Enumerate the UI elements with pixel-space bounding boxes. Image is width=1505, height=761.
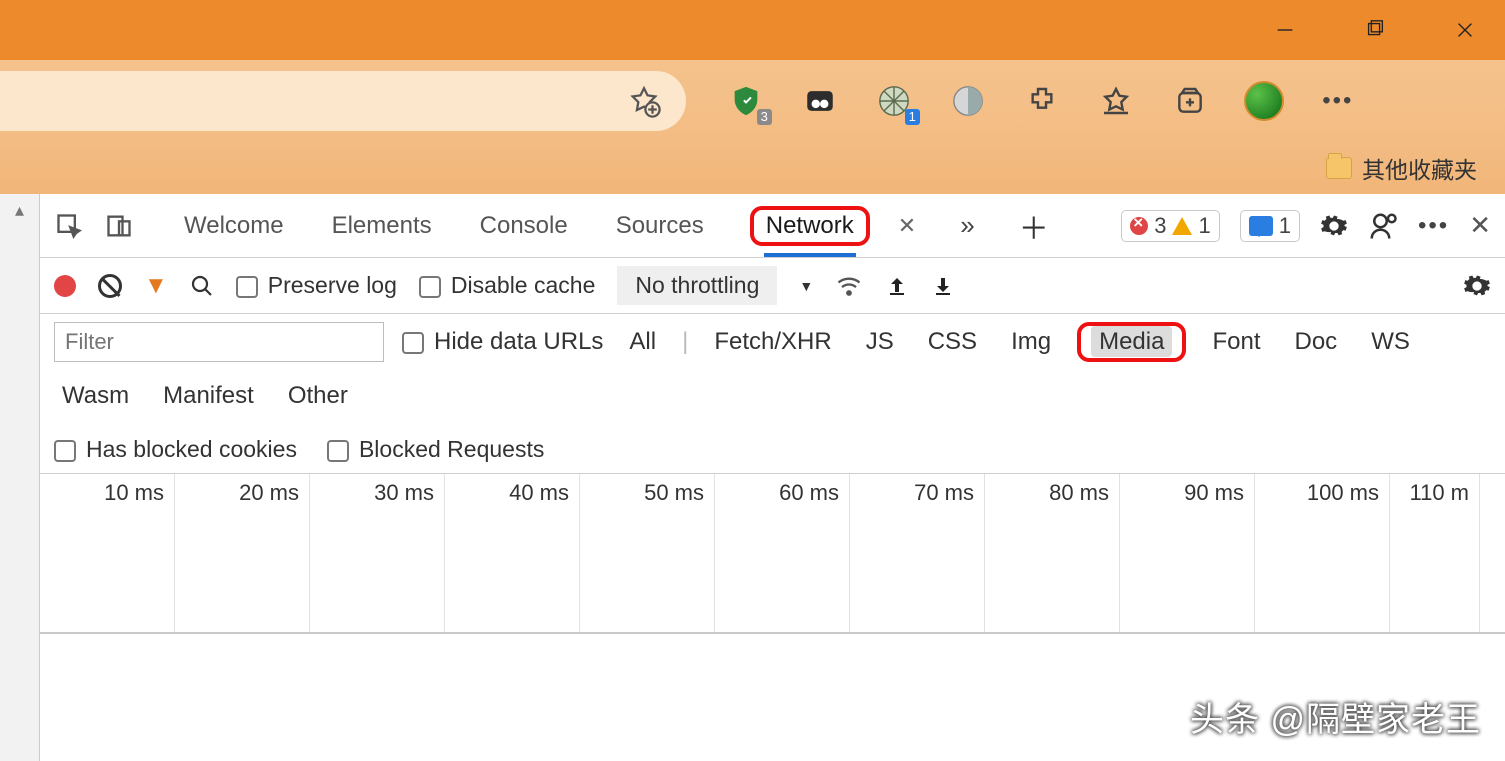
inspect-element-icon[interactable] <box>54 211 84 241</box>
filter-type-fetch[interactable]: Fetch/XHR <box>706 326 839 358</box>
device-toolbar-icon[interactable] <box>104 211 134 241</box>
timeline-tick: 10 ms <box>40 474 175 632</box>
timeline-tick: 30 ms <box>310 474 445 632</box>
warning-count: 1 <box>1198 213 1210 239</box>
tab-console[interactable]: Console <box>478 208 570 244</box>
extension-icons: 3 1 ••• <box>726 81 1358 121</box>
warning-icon <box>1172 217 1192 235</box>
page-scrollbar[interactable]: ▴ <box>0 194 40 761</box>
timeline-tick: 70 ms <box>850 474 985 632</box>
network-timeline[interactable]: 10 ms 20 ms 30 ms 40 ms 50 ms 60 ms 70 m… <box>40 474 1505 634</box>
address-bar[interactable] <box>0 71 686 131</box>
timeline-tick: 20 ms <box>175 474 310 632</box>
shield-extension-icon[interactable]: 3 <box>726 81 766 121</box>
browser-menu-icon[interactable]: ••• <box>1318 81 1358 121</box>
shield-badge: 3 <box>757 109 772 125</box>
network-conditions-icon[interactable] <box>835 272 863 300</box>
blocked-cookies-checkbox[interactable]: Has blocked cookies <box>54 436 297 463</box>
bookmarks-bar: 其他收藏夹 <box>0 142 1505 194</box>
devtools-close-icon[interactable]: ✕ <box>1469 210 1491 241</box>
browser-toolbar: 3 1 ••• <box>0 60 1505 142</box>
add-tab-icon[interactable]: ＋ <box>1019 204 1049 248</box>
filter-type-ws[interactable]: WS <box>1363 326 1418 358</box>
window-titlebar <box>0 0 1505 60</box>
message-count: 1 <box>1279 213 1291 239</box>
message-icon <box>1249 216 1273 236</box>
scroll-up-icon[interactable]: ▴ <box>15 200 24 221</box>
devtools-tabbar: Welcome Elements Console Sources Network… <box>40 194 1505 258</box>
filter-type-wasm[interactable]: Wasm <box>54 380 137 412</box>
upload-har-icon[interactable] <box>885 274 909 298</box>
download-har-icon[interactable] <box>931 274 955 298</box>
blocked-requests-checkbox[interactable]: Blocked Requests <box>327 436 544 463</box>
watermark-text: 头条 @隔壁家老王 <box>1190 692 1481 741</box>
timeline-tick: 50 ms <box>580 474 715 632</box>
timeline-tick: 90 ms <box>1120 474 1255 632</box>
filter-type-font[interactable]: Font <box>1204 326 1268 358</box>
hide-data-urls-checkbox[interactable]: Hide data URLs <box>402 328 603 356</box>
devtools-menu-icon[interactable]: ••• <box>1418 212 1449 240</box>
search-icon[interactable] <box>190 274 214 298</box>
network-toolbar: ▼ Preserve log Disable cache No throttli… <box>40 258 1505 314</box>
filter-type-other[interactable]: Other <box>280 380 356 412</box>
wheel-badge: 1 <box>905 109 920 125</box>
filter-input[interactable] <box>54 322 384 362</box>
filter-type-manifest[interactable]: Manifest <box>155 380 262 412</box>
filter-type-js[interactable]: JS <box>858 326 902 358</box>
throttling-select[interactable]: No throttling <box>617 266 777 305</box>
filter-type-media[interactable]: Media <box>1091 326 1172 357</box>
tab-elements[interactable]: Elements <box>330 208 434 244</box>
timeline-tick: 60 ms <box>715 474 850 632</box>
timeline-tick: 110 m <box>1390 474 1480 632</box>
timeline-tick: 100 ms <box>1255 474 1390 632</box>
preserve-log-checkbox[interactable]: Preserve log <box>236 272 397 299</box>
filter-type-doc[interactable]: Doc <box>1287 326 1346 358</box>
devtools-settings-icon[interactable] <box>1320 212 1348 240</box>
profile-avatar[interactable] <box>1244 81 1284 121</box>
other-favorites-folder[interactable]: 其他收藏夹 <box>1362 151 1477 185</box>
network-settings-icon[interactable] <box>1463 272 1491 300</box>
filter-type-img[interactable]: Img <box>1003 326 1059 358</box>
collections-icon[interactable] <box>1170 81 1210 121</box>
more-tabs-icon[interactable]: » <box>960 210 974 241</box>
favorite-add-icon[interactable] <box>627 84 661 118</box>
throttling-dropdown-icon[interactable]: ▼ <box>799 278 813 294</box>
timeline-tick: 80 ms <box>985 474 1120 632</box>
filter-divider: | <box>682 328 688 356</box>
window-maximize-button[interactable] <box>1355 10 1395 50</box>
tab-welcome[interactable]: Welcome <box>182 208 286 244</box>
filter-toggle-icon[interactable]: ▼ <box>144 272 168 300</box>
highlight-network-tab: Network <box>750 206 870 246</box>
wheel-extension-icon[interactable]: 1 <box>874 81 914 121</box>
extensions-menu-icon[interactable] <box>1022 81 1062 121</box>
record-button[interactable] <box>54 275 76 297</box>
error-count: 3 <box>1154 213 1166 239</box>
filter-type-css[interactable]: CSS <box>920 326 985 358</box>
disable-cache-checkbox[interactable]: Disable cache <box>419 272 595 299</box>
tab-network[interactable]: Network <box>764 208 856 243</box>
window-close-button[interactable] <box>1445 10 1485 50</box>
error-warning-chip[interactable]: 3 1 <box>1121 210 1220 242</box>
error-icon <box>1130 217 1148 235</box>
favorites-icon[interactable] <box>1096 81 1136 121</box>
binoculars-extension-icon[interactable] <box>800 81 840 121</box>
filter-type-all[interactable]: All <box>621 326 664 358</box>
clear-button[interactable] <box>98 274 122 298</box>
window-minimize-button[interactable] <box>1265 10 1305 50</box>
devtools-panel: Welcome Elements Console Sources Network… <box>40 194 1505 761</box>
timeline-tick: 40 ms <box>445 474 580 632</box>
network-filters: Hide data URLs All | Fetch/XHR JS CSS Im… <box>40 314 1505 474</box>
tab-sources[interactable]: Sources <box>614 208 706 244</box>
messages-chip[interactable]: 1 <box>1240 210 1300 242</box>
feedback-icon[interactable] <box>1368 211 1398 241</box>
tab-close-icon[interactable]: ✕ <box>898 213 916 239</box>
highlight-media-filter: Media <box>1077 322 1186 362</box>
folder-icon <box>1326 157 1352 179</box>
globe-extension-icon[interactable] <box>948 81 988 121</box>
